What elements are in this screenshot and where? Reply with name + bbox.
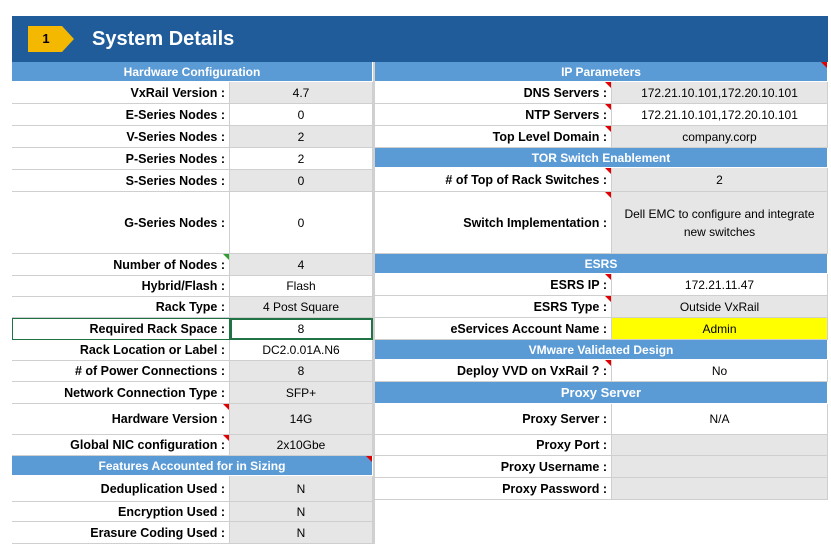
vxrail-version-label: VxRail Version : xyxy=(12,82,230,104)
e-series-nodes-label: E-Series Nodes : xyxy=(12,104,230,126)
esrs-type-value[interactable]: Outside VxRail xyxy=(612,296,828,318)
deploy-vvd-value[interactable]: No xyxy=(612,360,828,382)
network-connection-type-value[interactable]: SFP+ xyxy=(230,382,373,404)
dns-servers-label: DNS Servers : xyxy=(375,82,612,104)
proxy-username-value[interactable] xyxy=(612,456,828,478)
deploy-vvd-label: Deploy VVD on VxRail ? : xyxy=(375,360,612,382)
tor-switch-count-label: # of Top of Rack Switches : xyxy=(375,168,612,192)
encryption-label: Encryption Used : xyxy=(12,502,230,522)
deduplication-value[interactable]: N xyxy=(230,476,373,502)
power-connections-label: # of Power Connections : xyxy=(12,361,230,382)
proxy-port-value[interactable] xyxy=(612,435,828,456)
top-level-domain-value[interactable]: company.corp xyxy=(612,126,828,148)
switch-implementation-value[interactable]: Dell EMC to configure and integrate new … xyxy=(612,192,828,254)
v-series-nodes-value[interactable]: 2 xyxy=(230,126,373,148)
proxy-port-label: Proxy Port : xyxy=(375,435,612,456)
global-nic-config-label: Global NIC configuration : xyxy=(12,435,230,456)
network-connection-type-label: Network Connection Type : xyxy=(12,382,230,404)
ip-parameters-header: IP Parameters xyxy=(375,62,828,82)
switch-implementation-label: Switch Implementation : xyxy=(375,192,612,254)
step-badge: 1 xyxy=(28,26,74,52)
proxy-password-label: Proxy Password : xyxy=(375,478,612,500)
rack-location-value[interactable]: DC2.0.01A.N6 xyxy=(230,340,373,361)
required-rack-space-label: Required Rack Space : xyxy=(12,318,230,340)
proxy-password-value[interactable] xyxy=(612,478,828,500)
e-series-nodes-value[interactable]: 0 xyxy=(230,104,373,126)
rack-type-value[interactable]: 4 Post Square xyxy=(230,297,373,318)
eservices-account-value[interactable]: Admin xyxy=(612,318,828,340)
page-title: System Details xyxy=(92,28,235,50)
tor-switch-count-value[interactable]: 2 xyxy=(612,168,828,192)
ntp-servers-label: NTP Servers : xyxy=(375,104,612,126)
p-series-nodes-value[interactable]: 2 xyxy=(230,148,373,170)
proxy-username-label: Proxy Username : xyxy=(375,456,612,478)
eservices-account-label: eServices Account Name : xyxy=(375,318,612,340)
rack-location-label: Rack Location or Label : xyxy=(12,340,230,361)
hybrid-flash-label: Hybrid/Flash : xyxy=(12,276,230,297)
g-series-nodes-value[interactable]: 0 xyxy=(230,192,373,254)
encryption-value[interactable]: N xyxy=(230,502,373,522)
hardware-config-header: Hardware Configuration xyxy=(12,62,373,82)
erasure-coding-label: Erasure Coding Used : xyxy=(12,522,230,544)
step-number: 1 xyxy=(42,31,50,46)
esrs-header: ESRS xyxy=(375,254,828,274)
title-bar: 1 System Details xyxy=(12,16,828,62)
rack-type-label: Rack Type : xyxy=(12,297,230,318)
global-nic-config-value[interactable]: 2x10Gbe xyxy=(230,435,373,456)
deduplication-label: Deduplication Used : xyxy=(12,476,230,502)
erasure-coding-value[interactable]: N xyxy=(230,522,373,544)
proxy-server-header: Proxy Server xyxy=(375,382,828,404)
proxy-server-value[interactable]: N/A xyxy=(612,404,828,435)
required-rack-space-value[interactable]: 8 xyxy=(230,318,373,340)
hardware-version-value[interactable]: 14G xyxy=(230,404,373,435)
v-series-nodes-label: V-Series Nodes : xyxy=(12,126,230,148)
tor-switch-header: TOR Switch Enablement xyxy=(375,148,828,168)
s-series-nodes-value[interactable]: 0 xyxy=(230,170,373,192)
hybrid-flash-value[interactable]: Flash xyxy=(230,276,373,297)
esrs-ip-value[interactable]: 172.21.11.47 xyxy=(612,274,828,296)
s-series-nodes-label: S-Series Nodes : xyxy=(12,170,230,192)
p-series-nodes-label: P-Series Nodes : xyxy=(12,148,230,170)
g-series-nodes-label: G-Series Nodes : xyxy=(12,192,230,254)
vvd-header: VMware Validated Design xyxy=(375,340,828,360)
esrs-type-label: ESRS Type : xyxy=(375,296,612,318)
esrs-ip-label: ESRS IP : xyxy=(375,274,612,296)
dns-servers-value[interactable]: 172.21.10.101,172.20.10.101 xyxy=(612,82,828,104)
features-header: Features Accounted for in Sizing xyxy=(12,456,373,476)
power-connections-value[interactable]: 8 xyxy=(230,361,373,382)
ntp-servers-value[interactable]: 172.21.10.101,172.20.10.101 xyxy=(612,104,828,126)
number-of-nodes-value[interactable]: 4 xyxy=(230,254,373,276)
vxrail-version-value[interactable]: 4.7 xyxy=(230,82,373,104)
proxy-server-label: Proxy Server : xyxy=(375,404,612,435)
hardware-version-label: Hardware Version : xyxy=(12,404,230,435)
number-of-nodes-label: Number of Nodes : xyxy=(12,254,230,276)
top-level-domain-label: Top Level Domain : xyxy=(375,126,612,148)
